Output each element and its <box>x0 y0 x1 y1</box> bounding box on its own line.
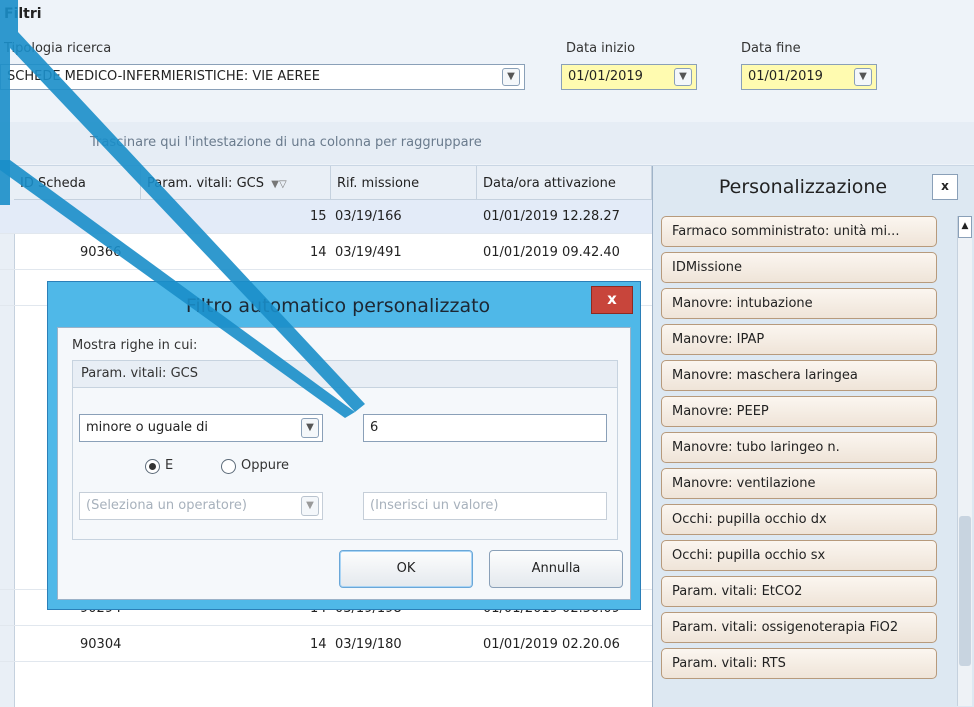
operator-1-select[interactable]: minore o uguale di ▼ <box>79 414 323 442</box>
start-date-label: Data inizio <box>566 41 636 56</box>
column-header-id[interactable]: ID Scheda <box>14 166 141 200</box>
application-window: Filtri Tipologia ricerca SCHEDE MEDICO-I… <box>0 0 974 707</box>
dialog-body: Mostra righe in cui: Param. vitali: GCS … <box>57 327 631 600</box>
radio-or[interactable] <box>221 459 236 474</box>
cell-gcs: 14 <box>310 637 327 652</box>
radio-and[interactable] <box>145 459 160 474</box>
cell-activation: 01/01/2019 12.28.27 <box>483 209 620 224</box>
chevron-down-icon[interactable]: ▼ <box>301 418 319 438</box>
panel-close-button[interactable]: x <box>932 174 958 200</box>
column-header-activation[interactable]: Data/ora attivazione <box>477 166 652 200</box>
cell-gcs: 14 <box>310 245 327 260</box>
chevron-down-icon[interactable]: ▼ <box>301 496 319 516</box>
value-1-text: 6 <box>370 420 379 435</box>
cell-mission: 03/19/180 <box>335 637 402 652</box>
column-chooser-item[interactable]: Occhi: pupilla occhio sx <box>661 540 937 571</box>
search-type-value: SCHEDE MEDICO-INFERMIERISTICHE: VIE AERE… <box>7 69 320 84</box>
show-rows-label: Mostra righe in cui: <box>72 338 198 353</box>
field-label: Param. vitali: GCS <box>81 366 198 381</box>
search-type-label: Tipologia ricerca <box>4 41 112 56</box>
dialog-title: Filtro automatico personalizzato <box>185 295 491 317</box>
column-chooser-item[interactable]: Manovre: maschera laringea <box>661 360 937 391</box>
column-chooser-item[interactable]: Farmaco somministrato: unità mi... <box>661 216 937 247</box>
operator-2-select[interactable]: (Seleziona un operatore) ▼ <box>79 492 323 520</box>
cell-activation: 01/01/2019 09.42.40 <box>483 245 620 260</box>
filters-title: Filtri <box>4 6 42 22</box>
cell-activation: 01/01/2019 02.20.06 <box>483 637 620 652</box>
chevron-down-icon[interactable]: ▼ <box>502 68 520 86</box>
panel-title: Personalizzazione <box>718 176 888 198</box>
cell-mission: 03/19/166 <box>335 209 402 224</box>
operator-1-value: minore o uguale di <box>86 420 209 435</box>
filters-panel: Filtri Tipologia ricerca SCHEDE MEDICO-I… <box>0 0 974 166</box>
cell-mission: 03/19/491 <box>335 245 402 260</box>
ok-button[interactable]: OK <box>339 550 473 588</box>
sort-filter-icon[interactable]: ▼▽ <box>268 179 286 190</box>
chevron-up-icon[interactable]: ▲ <box>958 216 972 238</box>
table-row[interactable]: 90304 14 03/19/180 01/01/2019 02.20.06 <box>0 628 652 662</box>
end-date-label: Data fine <box>741 41 801 56</box>
start-date-field[interactable]: 01/01/2019 ▼ <box>561 64 697 90</box>
group-by-hint: Trascinare qui l'intestazione di una col… <box>90 135 482 150</box>
operator-2-placeholder: (Seleziona un operatore) <box>86 498 247 513</box>
custom-filter-dialog: Filtro automatico personalizzato x Mostr… <box>47 281 641 610</box>
end-date-value: 01/01/2019 <box>748 69 823 84</box>
personalization-panel: Personalizzazione x Farmaco somministrat… <box>652 166 974 707</box>
column-chooser-item[interactable]: Param. vitali: ossigenoterapia FiO2 <box>661 612 937 643</box>
chevron-down-icon[interactable]: ▼ <box>854 68 872 86</box>
column-chooser-item[interactable]: Param. vitali: EtCO2 <box>661 576 937 607</box>
column-header-gcs-label: Param. vitali: GCS <box>147 176 264 191</box>
table-row[interactable]: 15 03/19/166 01/01/2019 12.28.27 <box>0 200 652 234</box>
column-chooser-item[interactable]: Manovre: intubazione <box>661 288 937 319</box>
end-date-field[interactable]: 01/01/2019 ▼ <box>741 64 877 90</box>
column-chooser-item[interactable]: Occhi: pupilla occhio dx <box>661 504 937 535</box>
radio-or-label: Oppure <box>241 458 290 473</box>
cell-id: 90304 <box>80 637 122 652</box>
chevron-down-icon[interactable]: ▼ <box>674 68 692 86</box>
start-date-value: 01/01/2019 <box>568 69 643 84</box>
column-chooser-item[interactable]: IDMissione <box>661 252 937 283</box>
value-2-input[interactable]: (Inserisci un valore) <box>363 492 607 520</box>
column-chooser-item[interactable]: Manovre: PEEP <box>661 396 937 427</box>
panel-scrollbar[interactable]: ▲ <box>957 216 972 706</box>
group-by-area[interactable]: Trascinare qui l'intestazione di una col… <box>0 122 974 164</box>
condition-group-header: Param. vitali: GCS <box>73 361 617 388</box>
cell-gcs: 15 <box>310 209 327 224</box>
search-type-combo[interactable]: SCHEDE MEDICO-INFERMIERISTICHE: VIE AERE… <box>0 64 525 90</box>
column-chooser-item[interactable]: Manovre: ventilazione <box>661 468 937 499</box>
cell-id: 90366 <box>80 245 122 260</box>
table-row[interactable]: 90366 14 03/19/491 01/01/2019 09.42.40 <box>0 236 652 270</box>
column-chooser-item[interactable]: Manovre: tubo laringeo n. <box>661 432 937 463</box>
dialog-close-button[interactable]: x <box>591 286 633 314</box>
radio-and-label: E <box>165 458 174 473</box>
value-1-input[interactable]: 6 <box>363 414 607 442</box>
condition-group: Param. vitali: GCS minore o uguale di ▼ … <box>72 360 618 540</box>
cancel-button[interactable]: Annulla <box>489 550 623 588</box>
column-chooser-item[interactable]: Manovre: IPAP <box>661 324 937 355</box>
column-chooser-item[interactable]: Param. vitali: RTS <box>661 648 937 679</box>
column-header-gcs[interactable]: Param. vitali: GCS ▼▽ <box>141 166 331 200</box>
scroll-thumb[interactable] <box>959 516 971 666</box>
column-header-mission[interactable]: Rif. missione <box>331 166 477 200</box>
value-2-placeholder: (Inserisci un valore) <box>370 498 499 513</box>
